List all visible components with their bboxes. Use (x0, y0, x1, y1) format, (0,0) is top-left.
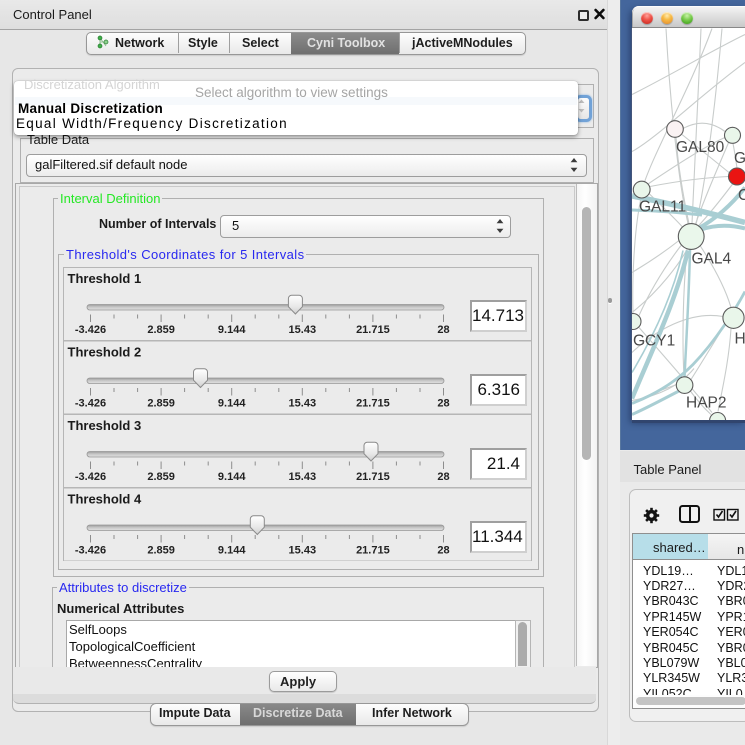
svg-text:HA: HA (735, 330, 745, 347)
svg-text:GAL11: GAL11 (639, 198, 686, 215)
svg-text:Threshold 4: Threshold 4 (68, 492, 142, 507)
svg-text:GAL80: GAL80 (676, 139, 725, 156)
svg-text:Threshold 2: Threshold 2 (68, 345, 142, 360)
svg-text:GAL4: GAL4 (692, 250, 732, 267)
svg-text:GA: GA (734, 150, 745, 167)
svg-text:Threshold 1: Threshold 1 (68, 271, 142, 286)
svg-text:HAP2: HAP2 (686, 394, 727, 411)
svg-text:Threshold 3: Threshold 3 (68, 418, 142, 433)
svg-text:CY: CY (738, 187, 745, 204)
svg-text:GCY1: GCY1 (633, 332, 675, 349)
